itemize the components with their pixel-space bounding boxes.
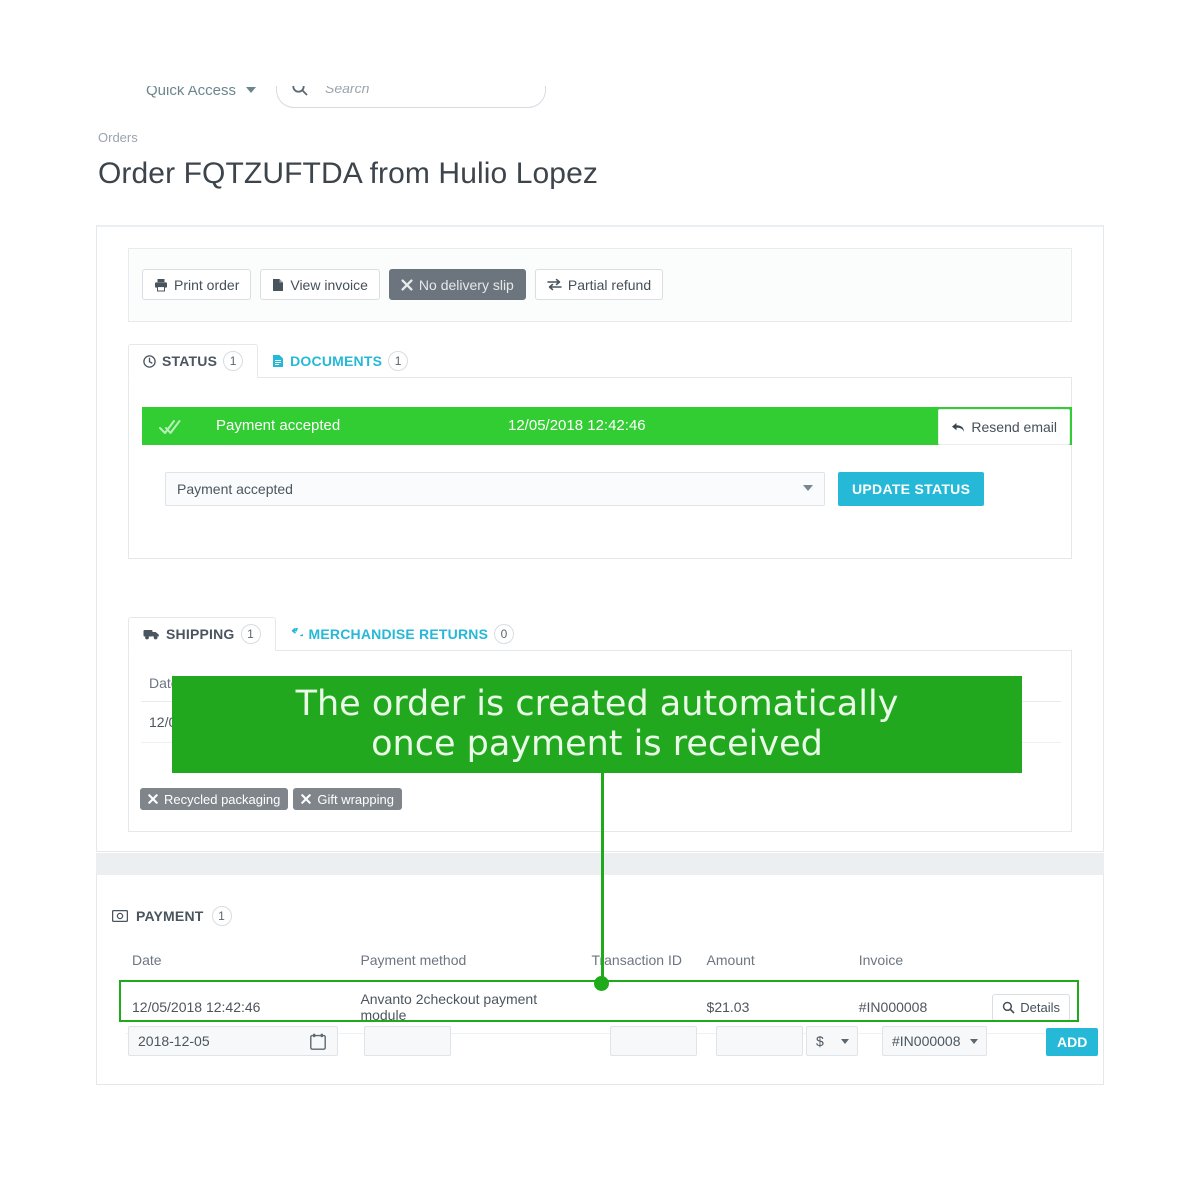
chevron-down-icon xyxy=(803,485,813,491)
chevron-down-icon xyxy=(246,87,257,93)
times-icon xyxy=(148,794,158,804)
reply-arrow-icon xyxy=(951,421,965,434)
view-invoice-label: View invoice xyxy=(290,276,368,293)
times-icon xyxy=(401,278,413,291)
document-icon xyxy=(272,278,284,292)
annotation-callout: The order is created automatically once … xyxy=(172,676,1022,773)
payment-invoice-value: #IN000008 xyxy=(892,1033,961,1049)
update-status-label: UPDATE STATUS xyxy=(852,481,971,497)
print-order-label: Print order xyxy=(174,276,240,293)
print-order-button[interactable]: Print order xyxy=(142,269,252,300)
shipping-option-chips: Recycled packaging Gift wrapping xyxy=(140,788,402,810)
tab-status-label: STATUS xyxy=(162,353,218,369)
status-tabs: STATUS 1 DOCUMENTS 1 xyxy=(128,344,422,378)
return-arrow-icon xyxy=(290,627,303,641)
tab-shipping[interactable]: SHIPPING 1 xyxy=(128,617,276,651)
quick-access-label: Quick Access xyxy=(146,86,237,99)
clock-icon xyxy=(143,354,156,368)
page-title: Order FQTZUFTDA from Hulio Lopez xyxy=(98,157,598,190)
tab-documents-label: DOCUMENTS xyxy=(290,353,383,369)
tab-status-count: 1 xyxy=(223,351,244,371)
payment-currency-value: $ xyxy=(816,1033,824,1049)
view-invoice-button[interactable]: View invoice xyxy=(260,269,380,300)
order-detail-page: Quick Access Search Orders Order FQTZUFT… xyxy=(0,0,1200,1200)
chip-recycled-packaging-label: Recycled packaging xyxy=(164,791,281,807)
breadcrumb[interactable]: Orders xyxy=(98,130,138,145)
add-payment-label: ADD xyxy=(1057,1034,1088,1050)
double-check-icon xyxy=(158,415,182,439)
chip-gift-wrapping-label: Gift wrapping xyxy=(317,791,394,807)
payment-section-count: 1 xyxy=(211,906,232,926)
payment-col-date: Date xyxy=(132,952,162,968)
payment-col-invoice: Invoice xyxy=(858,952,904,968)
annotation-line-1: The order is created automatically xyxy=(295,683,899,724)
status-select-value: Payment accepted xyxy=(177,481,293,497)
calendar-icon[interactable] xyxy=(310,1033,326,1050)
quick-access-menu[interactable]: Quick Access xyxy=(146,86,257,99)
current-status-bar: Payment accepted 12/05/2018 12:42:46 Res… xyxy=(142,407,1072,445)
money-bill-icon xyxy=(112,910,128,922)
payment-col-actions xyxy=(986,950,1076,981)
partial-refund-button[interactable]: Partial refund xyxy=(534,269,664,300)
current-status-label: Payment accepted xyxy=(216,417,341,434)
payment-section-header: PAYMENT 1 xyxy=(112,900,232,932)
search-icon xyxy=(291,86,309,97)
annotation-line-2: once payment is received xyxy=(371,723,823,764)
tab-merchandise-returns[interactable]: MERCHANDISE RETURNS 0 xyxy=(276,617,529,651)
chevron-down-icon xyxy=(970,1039,978,1044)
chip-recycled-packaging[interactable]: Recycled packaging xyxy=(140,788,289,810)
payment-section-title: PAYMENT xyxy=(136,908,204,924)
tab-documents-count: 1 xyxy=(388,351,409,371)
tab-merchandise-returns-label: MERCHANDISE RETURNS xyxy=(308,626,489,642)
payment-col-method: Payment method xyxy=(360,952,467,968)
update-status-button[interactable]: UPDATE STATUS xyxy=(838,472,985,506)
printer-icon xyxy=(154,278,168,292)
order-toolbar-panel: Print order View invoice No delivery sli… xyxy=(128,248,1072,322)
search-input[interactable]: Search xyxy=(325,86,369,96)
payment-currency-select[interactable]: $ xyxy=(806,1026,858,1056)
partial-refund-label: Partial refund xyxy=(567,276,652,293)
payment-amount-input[interactable] xyxy=(716,1026,803,1056)
tab-merchandise-returns-count: 0 xyxy=(494,624,515,644)
payment-invoice-select[interactable]: #IN000008 xyxy=(882,1026,987,1056)
chevron-down-icon xyxy=(841,1039,849,1044)
resend-email-button[interactable]: Resend email xyxy=(938,409,1070,445)
top-bar: Quick Access Search xyxy=(96,86,1104,122)
payment-date-value: 2018-12-05 xyxy=(138,1033,210,1049)
search-box[interactable]: Search xyxy=(276,86,546,108)
annotation-connector-line xyxy=(601,773,604,983)
status-panel xyxy=(128,377,1072,559)
payment-transaction-input[interactable] xyxy=(610,1026,697,1056)
tab-status[interactable]: STATUS 1 xyxy=(128,344,259,378)
tab-shipping-count: 1 xyxy=(240,624,261,644)
add-payment-button[interactable]: ADD xyxy=(1046,1028,1099,1056)
no-delivery-slip-label: No delivery slip xyxy=(418,276,514,293)
payment-date-input[interactable]: 2018-12-05 xyxy=(128,1026,338,1056)
resend-email-label: Resend email xyxy=(971,419,1057,435)
payment-method-input[interactable] xyxy=(364,1026,451,1056)
shipping-tabs: SHIPPING 1 MERCHANDISE RETURNS 0 xyxy=(128,617,528,651)
section-separator xyxy=(96,853,1104,875)
no-delivery-slip-button: No delivery slip xyxy=(388,269,526,300)
truck-icon xyxy=(143,628,160,640)
tab-shipping-label: SHIPPING xyxy=(166,626,235,642)
status-select[interactable]: Payment accepted xyxy=(165,472,825,506)
order-toolbar: Print order View invoice No delivery sli… xyxy=(142,269,664,300)
chip-gift-wrapping[interactable]: Gift wrapping xyxy=(293,788,402,810)
current-status-date: 12/05/2018 12:42:46 xyxy=(508,417,646,434)
annotation-connector-dot xyxy=(594,976,609,991)
times-icon xyxy=(301,794,312,804)
status-update-form: Payment accepted UPDATE STATUS xyxy=(165,472,985,506)
file-text-icon xyxy=(272,354,284,368)
payment-col-amount: Amount xyxy=(706,952,755,968)
tab-documents[interactable]: DOCUMENTS 1 xyxy=(258,344,422,378)
exchange-arrows-icon xyxy=(547,278,562,291)
